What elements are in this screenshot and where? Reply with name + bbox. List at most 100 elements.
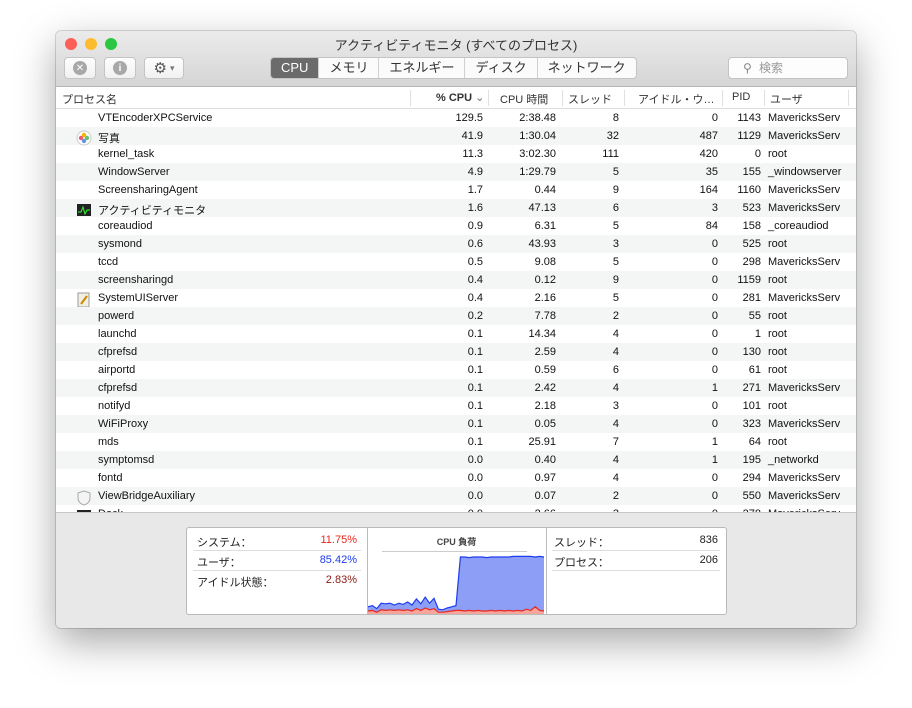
search-input[interactable]: ⚲ 検索 xyxy=(728,57,848,79)
table-row[interactable]: fontd 0.0 0.97 4 0 294 MavericksServ xyxy=(56,469,856,487)
table-row[interactable]: powerd 0.2 7.78 2 0 55 root xyxy=(56,307,856,325)
cell-idle-wakeups: 0 xyxy=(711,364,718,376)
sort-chevron-icon: ⌄ xyxy=(475,92,485,104)
cell-user: MavericksServ xyxy=(768,256,841,268)
gear-icon: ⚙ xyxy=(153,60,167,77)
table-row[interactable]: WiFiProxy 0.1 0.05 4 0 323 MavericksServ xyxy=(56,415,856,433)
toolbar: アクティビティモニタ (すべてのプロセス) ✕ i ⚙ ▾ CPU メモリ エネル… xyxy=(56,31,856,87)
cell-threads: 4 xyxy=(612,328,619,340)
cell-process-name: ScreensharingAgent xyxy=(98,184,198,196)
cell-pid: 271 xyxy=(742,382,761,394)
cell-idle-wakeups: 0 xyxy=(711,112,718,124)
shield-icon xyxy=(76,490,92,506)
cell-threads: 2 xyxy=(612,310,619,322)
cell-cpu-percent: 0.1 xyxy=(467,382,483,394)
cell-cpu-time: 0.40 xyxy=(534,454,556,466)
info-button[interactable]: i xyxy=(104,57,136,79)
table-row[interactable]: kernel_task 11.3 3:02.30 111 420 0 root xyxy=(56,145,856,163)
table-row[interactable]: notifyd 0.1 2.18 3 0 101 root xyxy=(56,397,856,415)
table-row[interactable]: symptomsd 0.0 0.40 4 1 195 _networkd xyxy=(56,451,856,469)
table-row[interactable]: coreaudiod 0.9 6.31 5 84 158 _coreaudiod xyxy=(56,217,856,235)
threads-value: 836 xyxy=(699,534,718,546)
cell-user: MavericksServ xyxy=(768,490,841,502)
table-row[interactable]: ScreensharingAgent 1.7 0.44 9 164 1160 Maveric… xyxy=(56,181,856,199)
cell-cpu-time: 47.13 xyxy=(528,202,556,214)
table-row[interactable]: Dock0.02.6630278MavericksServ xyxy=(56,505,856,512)
column-cpu-percent[interactable]: % CPU ⌄ xyxy=(436,91,484,104)
cell-pid: 294 xyxy=(742,472,761,484)
cell-threads: 4 xyxy=(612,454,619,466)
cell-cpu-time: 6.31 xyxy=(534,220,556,232)
stop-process-button[interactable]: ✕ xyxy=(64,57,96,79)
cell-pid: 298 xyxy=(742,256,761,268)
table-row[interactable]: cfprefsd 0.1 2.59 4 0 130 root xyxy=(56,343,856,361)
column-idle-wakeups[interactable]: アイドル・ウ… xyxy=(638,91,714,107)
cell-idle-wakeups: 0 xyxy=(711,490,718,502)
cell-pid: 1160 xyxy=(737,184,761,196)
cell-cpu-time: 1:29.79 xyxy=(519,166,556,178)
cell-cpu-time: 0.97 xyxy=(534,472,556,484)
cell-threads: 8 xyxy=(612,112,619,124)
table-row[interactable]: mds 0.1 25.91 7 1 64 root xyxy=(56,433,856,451)
window-title: アクティビティモニタ (すべてのプロセス) xyxy=(334,38,578,53)
cell-cpu-percent: 41.9 xyxy=(461,130,483,142)
column-cpu-time[interactable]: CPU 時間 xyxy=(500,91,548,107)
table-row[interactable]: WindowServer 4.9 1:29.79 5 35 155 _windowserve… xyxy=(56,163,856,181)
cell-process-name: cfprefsd xyxy=(98,382,138,394)
cell-process-name: 写真 xyxy=(98,133,120,145)
cell-cpu-time: 2.59 xyxy=(534,346,556,358)
cell-threads: 9 xyxy=(612,274,619,286)
cell-pid: 323 xyxy=(742,418,761,430)
column-user[interactable]: ユーザ xyxy=(770,91,803,107)
table-row[interactable]: cfprefsd 0.1 2.42 4 1 271 MavericksServ xyxy=(56,379,856,397)
cell-idle-wakeups: 0 xyxy=(711,328,718,340)
tab-energy[interactable]: エネルギー xyxy=(378,58,464,78)
table-row[interactable]: SystemUIServer 0.4 2.16 5 0 281 MavericksServ xyxy=(56,289,856,308)
table-row[interactable]: launchd 0.1 14.34 4 0 1 root xyxy=(56,325,856,343)
cell-pid: 550 xyxy=(742,490,761,502)
cell-cpu-percent: 0.6 xyxy=(467,238,483,250)
cell-cpu-time: 25.91 xyxy=(528,436,556,448)
column-pid[interactable]: PID xyxy=(732,91,750,103)
column-cpu-label: % CPU xyxy=(436,92,473,104)
cell-cpu-percent: 0.1 xyxy=(467,400,483,412)
table-row[interactable]: screensharingd 0.4 0.12 9 0 1159 root xyxy=(56,271,856,289)
view-tabs: CPU メモリ エネルギー ディスク ネットワーク xyxy=(270,57,637,79)
table-row[interactable]: tccd 0.5 9.08 5 0 298 MavericksServ xyxy=(56,253,856,271)
action-menu-button[interactable]: ⚙ ▾ xyxy=(144,57,184,79)
table-row[interactable]: ViewBridgeAuxiliary 0.0 0.07 2 0 550 Mavericks… xyxy=(56,487,856,506)
cell-cpu-percent: 0.1 xyxy=(467,346,483,358)
cpu-summary-panel: システム： 11.75% ユーザ： 85.42% アイドル状態： 2.83% CPU … xyxy=(56,512,856,628)
table-row[interactable]: 写真 41.9 1:30.04 32 487 1129 MavericksServ xyxy=(56,127,856,146)
tab-memory[interactable]: メモリ xyxy=(318,58,378,78)
table-row[interactable]: VTEncoderXPCService 129.5 2:38.48 8 0 1143 Mav… xyxy=(56,109,856,127)
cell-threads: 6 xyxy=(612,364,619,376)
cell-idle-wakeups: 0 xyxy=(711,418,718,430)
cell-pid: 525 xyxy=(742,238,761,250)
tab-cpu[interactable]: CPU xyxy=(271,58,319,78)
cell-cpu-time: 0.12 xyxy=(534,274,556,286)
cpu-load-title: CPU 負荷 xyxy=(436,537,477,547)
cell-cpu-percent: 0.9 xyxy=(467,220,483,232)
table-row[interactable]: airportd 0.1 0.59 6 0 61 root xyxy=(56,361,856,379)
cell-pid: 64 xyxy=(748,436,761,448)
cell-cpu-percent: 129.5 xyxy=(455,112,483,124)
cell-user: _networkd xyxy=(768,454,819,466)
column-threads[interactable]: スレッド xyxy=(568,91,612,107)
activity-monitor-window: アクティビティモニタ (すべてのプロセス) ✕ i ⚙ ▾ CPU メモリ エネル… xyxy=(56,31,856,628)
cell-cpu-percent: 0.1 xyxy=(467,328,483,340)
cell-process-name: WiFiProxy xyxy=(98,418,149,430)
cell-cpu-time: 2.18 xyxy=(534,400,556,412)
cell-cpu-percent: 0.0 xyxy=(467,490,483,502)
table-row[interactable]: アクティビティモニタ 1.6 47.13 6 3 523 MavericksServ xyxy=(56,199,856,217)
cell-process-name: airportd xyxy=(98,364,136,376)
cell-cpu-time: 2.16 xyxy=(534,292,556,304)
cell-pid: 55 xyxy=(748,310,761,322)
column-process-name[interactable]: プロセス名 xyxy=(62,91,117,107)
table-row[interactable]: sysmond 0.6 43.93 3 0 525 root xyxy=(56,235,856,253)
activity-monitor-icon xyxy=(76,202,92,218)
cell-process-name: notifyd xyxy=(98,400,131,412)
tab-disk[interactable]: ディスク xyxy=(464,58,536,78)
processes-label: プロセス： xyxy=(554,557,609,569)
tab-network[interactable]: ネットワーク xyxy=(536,58,636,78)
